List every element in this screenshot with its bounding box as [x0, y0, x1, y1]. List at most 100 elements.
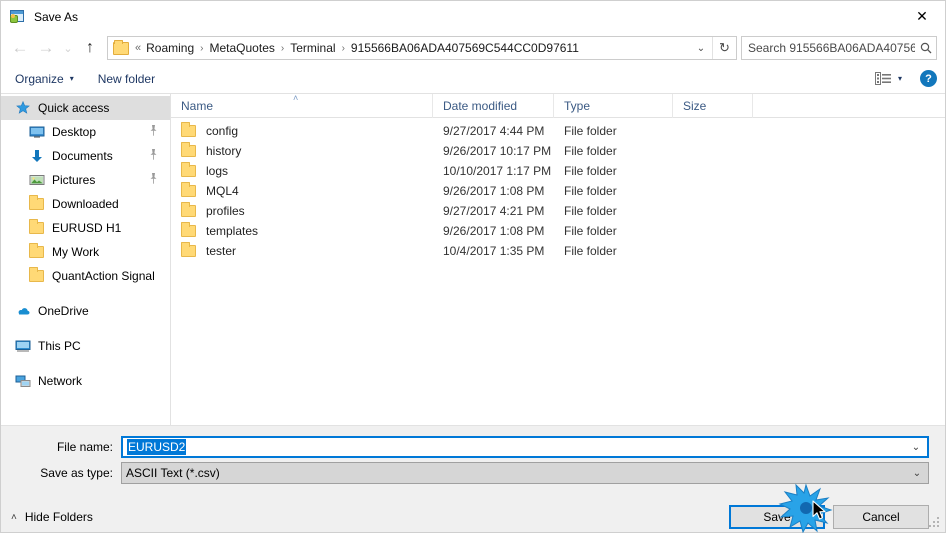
file-name-input[interactable]: EURUSD2 ⌄ — [121, 436, 929, 458]
file-name: config — [206, 124, 239, 138]
file-name-cell: templates — [171, 222, 433, 239]
sidebar-label: Downloaded — [52, 197, 119, 211]
close-icon[interactable]: ✕ — [899, 1, 945, 32]
file-name: templates — [206, 224, 259, 238]
address-dropdown-icon[interactable]: ⌄ — [690, 37, 712, 59]
breadcrumb-item-1[interactable]: MetaQuotes — [210, 41, 275, 55]
table-row[interactable]: tester 10/4/2017 1:35 PM File folder — [171, 241, 945, 261]
hide-folders-button[interactable]: ˄ Hide Folders — [11, 510, 93, 524]
search-box[interactable]: Search 915566BA06ADA40756... — [741, 36, 937, 60]
file-name-cell: logs — [171, 162, 433, 179]
chevron-down-icon: ▾ — [69, 74, 74, 83]
sidebar-item-quick-access[interactable]: Quick access — [1, 96, 170, 120]
sidebar-label: OneDrive — [38, 304, 89, 318]
file-type-row: Save as type: ASCII Text (*.csv) ⌄ — [1, 462, 945, 484]
refresh-icon[interactable]: ↻ — [712, 37, 736, 59]
app-icon — [10, 9, 26, 25]
sidebar-label: Desktop — [52, 125, 97, 139]
navigation-bar: ← → ⌄ ↑ « Roaming › MetaQuotes › Termina… — [1, 32, 945, 64]
sidebar-item-eurusd-h1[interactable]: EURUSD H1 — [1, 216, 170, 240]
sidebar-item-pictures[interactable]: Pictures — [1, 168, 170, 192]
file-type: File folder — [564, 184, 617, 198]
file-name: profiles — [206, 204, 245, 218]
pin-icon — [149, 173, 158, 187]
sidebar-label: Network — [38, 374, 83, 388]
column-header-type[interactable]: Type — [554, 93, 673, 118]
file-name-cell: MQL4 — [171, 182, 433, 199]
resize-grip[interactable] — [929, 517, 941, 529]
chevron-up-icon: ˄ — [11, 511, 17, 523]
organize-button[interactable]: Organize ▾ — [15, 72, 74, 86]
sidebar-item-onedrive[interactable]: OneDrive — [1, 299, 170, 323]
table-row[interactable]: templates 9/26/2017 1:08 PM File folder — [171, 221, 945, 241]
file-name-row: File name: EURUSD2 ⌄ — [1, 436, 945, 458]
sidebar-item-desktop[interactable]: Desktop — [1, 120, 170, 144]
save-as-type-value: ASCII Text (*.csv) — [126, 466, 220, 480]
sidebar-item-quantaction-signal[interactable]: QuantAction Signal — [1, 264, 170, 288]
sidebar-item-this-pc[interactable]: This PC — [1, 334, 170, 358]
search-input[interactable]: Search 915566BA06ADA40756... — [742, 41, 915, 55]
table-row[interactable]: profiles 9/27/2017 4:21 PM File folder — [171, 201, 945, 221]
chevron-down-icon[interactable]: ⌄ — [905, 442, 927, 453]
sidebar-item-my-work[interactable]: My Work — [1, 240, 170, 264]
picture-icon — [29, 172, 45, 188]
file-date: 10/10/2017 1:17 PM — [443, 164, 552, 178]
column-label: Name — [181, 98, 214, 113]
file-name-cell: profiles — [171, 202, 433, 219]
cancel-button[interactable]: Cancel — [833, 505, 929, 529]
pin-icon — [149, 125, 158, 139]
sidebar-item-downloaded[interactable]: Downloaded — [1, 192, 170, 216]
back-icon[interactable]: ← — [7, 35, 33, 61]
sidebar-label: My Work — [52, 245, 100, 259]
table-row[interactable]: logs 10/10/2017 1:17 PM File folder — [171, 161, 945, 181]
column-header-name[interactable]: Name ˄ — [171, 93, 433, 118]
file-type: File folder — [564, 164, 617, 178]
folder-icon — [181, 122, 197, 139]
sidebar-item-network[interactable]: Network — [1, 369, 170, 393]
network-icon — [15, 373, 31, 389]
folder-icon — [181, 182, 197, 199]
save-button[interactable]: Save — [729, 505, 825, 529]
chevron-down-icon[interactable]: ⌄ — [906, 468, 928, 479]
file-type: File folder — [564, 224, 617, 238]
command-toolbar: Organize ▾ New folder ▾ ? — [1, 64, 945, 94]
pc-icon — [15, 338, 31, 354]
breadcrumb-item-0[interactable]: Roaming — [146, 41, 194, 55]
file-name-label: File name: — [56, 440, 113, 454]
file-date: 9/26/2017 1:08 PM — [443, 184, 545, 198]
breadcrumb-overflow-icon[interactable]: « — [135, 42, 141, 54]
up-one-level-icon[interactable]: ↑ — [77, 35, 103, 61]
table-row[interactable]: MQL4 9/26/2017 1:08 PM File folder — [171, 181, 945, 201]
file-name-cell: tester — [171, 242, 433, 259]
file-name: logs — [206, 164, 229, 178]
monitor-icon — [29, 124, 45, 140]
forward-icon[interactable]: → — [33, 35, 59, 61]
folder-icon — [181, 142, 197, 159]
file-name: tester — [206, 244, 237, 258]
new-folder-button[interactable]: New folder — [98, 72, 155, 86]
window-title: Save As — [34, 9, 79, 24]
sidebar-label: Pictures — [52, 173, 96, 187]
recent-locations-icon[interactable]: ⌄ — [59, 35, 77, 61]
save-as-type-select[interactable]: ASCII Text (*.csv) ⌄ — [121, 462, 929, 484]
view-layout-icon — [874, 72, 891, 85]
file-name-value[interactable]: EURUSD2 — [123, 439, 905, 455]
save-as-dialog: Save As ✕ ← → ⌄ ↑ « Roaming › MetaQuotes… — [0, 0, 946, 533]
folder-icon — [181, 222, 197, 239]
column-header-date-modified[interactable]: Date modified — [433, 93, 554, 118]
help-button[interactable]: ? — [920, 70, 937, 87]
address-bar[interactable]: « Roaming › MetaQuotes › Terminal › 9155… — [107, 36, 737, 60]
file-type: File folder — [564, 204, 617, 218]
breadcrumb-item-2[interactable]: Terminal — [290, 41, 335, 55]
sidebar-label: Quick access — [38, 101, 110, 115]
breadcrumb: « Roaming › MetaQuotes › Terminal › 9155… — [135, 41, 690, 55]
table-row[interactable]: config 9/27/2017 4:44 PM File folder — [171, 121, 945, 141]
column-header-size[interactable]: Size — [673, 93, 753, 118]
change-view-button[interactable]: ▾ — [874, 72, 902, 85]
sidebar-label: This PC — [38, 339, 81, 353]
table-row[interactable]: history 9/26/2017 10:17 PM File folder — [171, 141, 945, 161]
file-list: Name ˄ Date modified Type Size config 9/… — [171, 93, 945, 425]
breadcrumb-item-3[interactable]: 915566BA06ADA407569C544CC0D97611 — [351, 41, 579, 55]
sidebar-item-documents[interactable]: Documents — [1, 144, 170, 168]
